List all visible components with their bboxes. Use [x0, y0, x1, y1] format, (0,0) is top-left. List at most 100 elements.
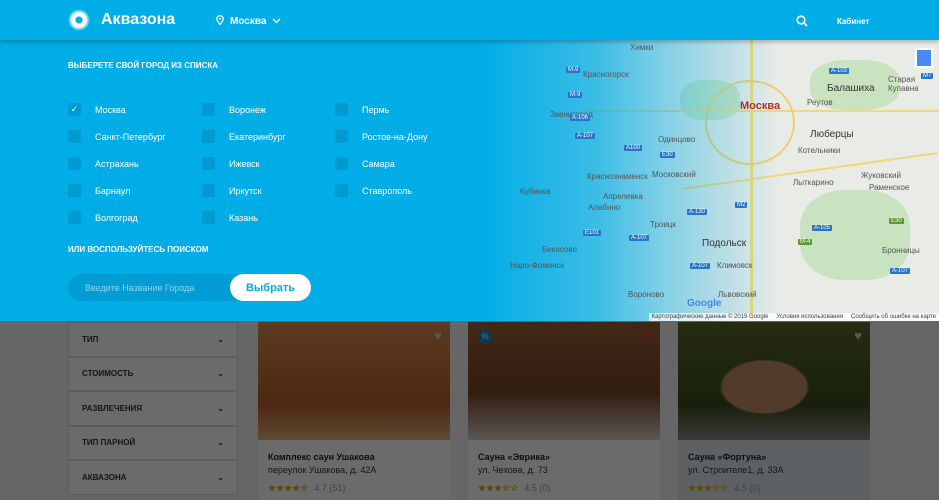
city-name: Астрахань — [95, 158, 139, 169]
chevron-down-icon: ⌄ — [217, 334, 224, 344]
sauna-card[interactable]: ♥ Сауна «Фортуна» ул. Строителе1, д. 33А… — [678, 322, 870, 500]
highway-shield: M-9 — [568, 92, 583, 98]
checkbox[interactable] — [68, 211, 81, 224]
report-error-link[interactable]: Сообщить об ошибке на карте — [851, 314, 936, 320]
city-option[interactable]: Воронеж — [202, 103, 266, 116]
highway-shield: A100 — [624, 145, 643, 151]
brand-name[interactable]: Аквазона — [101, 11, 175, 29]
search-icon[interactable] — [796, 14, 808, 32]
highway-shield: A-105 — [812, 225, 833, 231]
map-label: Вороново — [628, 290, 665, 299]
checkbox[interactable] — [68, 184, 81, 197]
heart-icon[interactable]: ♥ — [434, 328, 442, 343]
map-label: Московский — [652, 170, 696, 179]
city-option[interactable]: Ижевск — [202, 157, 260, 170]
checkbox[interactable] — [202, 157, 215, 170]
checkbox[interactable] — [202, 130, 215, 143]
city-option[interactable]: Екатеринбург — [202, 130, 286, 143]
highway-shield: M-4 — [798, 239, 813, 245]
map-label: Люберцы — [810, 129, 854, 140]
map-label: Химки — [630, 43, 654, 52]
terms-link[interactable]: Условия использования — [776, 314, 843, 320]
card-address: ул. Строителе1, д. 33А — [688, 465, 784, 475]
map[interactable]: Химки Красногорск Москва Балашиха Реутов… — [480, 40, 939, 321]
filter-steam-type[interactable]: ТИП ПАРНОЙ ⌄ — [68, 425, 238, 460]
checkbox-checked-icon[interactable]: ✓ — [68, 103, 81, 116]
chevron-down-icon: ⌄ — [217, 472, 224, 482]
heart-icon[interactable]: ♥ — [854, 328, 862, 343]
city-option[interactable]: Пермь — [335, 103, 389, 116]
checkbox[interactable] — [202, 184, 215, 197]
highway-shield: M2 — [735, 202, 748, 208]
highway-shield: E30 — [660, 152, 675, 158]
checkbox[interactable] — [202, 211, 215, 224]
checkbox[interactable] — [202, 103, 215, 116]
city-name: Казань — [229, 212, 258, 223]
search-heading: ИЛИ ВОСПОЛЬЗУЙТЕСЬ ПОИСКОМ — [68, 245, 209, 254]
filter-label: АКВАЗОНА — [82, 472, 127, 482]
chevron-down-icon: ⌄ — [217, 403, 224, 413]
filter-aquazone[interactable]: АКВАЗОНА ⌄ — [68, 460, 238, 495]
checkbox[interactable] — [335, 184, 348, 197]
current-city: Москва — [230, 16, 267, 27]
city-option[interactable]: Ставрополь — [335, 184, 412, 197]
city-name: Барнаул — [95, 185, 131, 196]
highway-shield: M7 — [921, 73, 934, 79]
star-icons: ★★★☆☆ — [478, 483, 519, 493]
city-name: Санкт-Петербург — [95, 131, 166, 142]
city-option[interactable]: Санкт-Петербург — [68, 130, 166, 143]
city-option[interactable]: Самара — [335, 157, 395, 170]
rating-value: 4.5 (0) — [734, 483, 761, 493]
city-selector[interactable]: Москва — [216, 15, 281, 28]
star-icons: ★★★☆☆ — [688, 483, 729, 493]
checkbox[interactable] — [68, 130, 81, 143]
city-option[interactable]: Волгоград — [68, 211, 138, 224]
sauna-card[interactable]: % ♥ Сауна «Эврика» ул. Чехова, д. 73 ★★★☆… — [468, 322, 660, 500]
checkbox[interactable] — [335, 130, 348, 143]
checkbox[interactable] — [335, 157, 348, 170]
city-picker-panel: Химки Красногорск Москва Балашиха Реутов… — [0, 40, 939, 321]
google-logo: Google — [687, 298, 722, 309]
cabinet-link[interactable]: Кабинет — [837, 17, 869, 26]
select-city-button[interactable]: Выбрать — [230, 274, 311, 301]
discount-badge: % — [478, 330, 492, 344]
filter-price[interactable]: СТОИМОСТЬ ⌄ — [68, 356, 238, 391]
city-option[interactable]: ✓ Москва — [68, 103, 126, 116]
card-rating: ★★★☆☆ 4.5 (0) — [478, 483, 660, 494]
checkbox[interactable] — [335, 103, 348, 116]
map-label: Кубинка — [520, 187, 551, 196]
logo-icon[interactable] — [68, 9, 90, 31]
filters-sidebar: ТИП ⌄ СТОИМОСТЬ ⌄ РАЗВЛЕЧЕНИЯ ⌄ ТИП ПАРНОЙ ⌄… — [68, 322, 238, 495]
filter-type[interactable]: ТИП ⌄ — [68, 322, 238, 357]
checkbox[interactable] — [68, 157, 81, 170]
map-label: Алабино — [588, 203, 621, 212]
city-option[interactable]: Ростов-на-Дону — [335, 130, 428, 143]
map-label: Бекасово — [542, 245, 577, 254]
map-label: Бронницы — [882, 246, 920, 255]
city-option[interactable]: Казань — [202, 211, 258, 224]
city-name: Ставрополь — [362, 185, 412, 196]
highway-shield: A-107 — [629, 235, 650, 241]
map-label: Раменское — [869, 183, 910, 192]
city-option[interactable]: Астрахань — [68, 157, 139, 170]
highway-shield: A-107 — [890, 268, 911, 274]
pegman-icon[interactable] — [915, 48, 933, 68]
filter-label: ТИП ПАРНОЙ — [82, 438, 136, 448]
map-label: Красногорск — [583, 70, 629, 79]
map-attribution: Картографические данные © 2019 Google Ус… — [648, 313, 939, 321]
sauna-card[interactable]: ♥ Комплекс саун Ушакова переулок Ушакова… — [258, 322, 450, 500]
filter-entertainment[interactable]: РАЗВЛЕЧЕНИЯ ⌄ — [68, 391, 238, 426]
map-label: Подольск — [702, 238, 747, 249]
chevron-down-icon: ⌄ — [217, 369, 224, 379]
highway-shield: E30 — [889, 218, 904, 224]
city-option[interactable]: Иркутск — [202, 184, 261, 197]
card-rating: ★★★☆☆ 4.5 (0) — [688, 483, 870, 494]
city-name: Ростов-на-Дону — [362, 131, 428, 142]
map-label: Климовск — [717, 261, 753, 270]
city-name: Иркутск — [229, 185, 262, 196]
card-rating: ★★★★☆ 4.7 (51) — [268, 483, 450, 494]
highway-shield: E101 — [583, 230, 602, 236]
map-label: Реутов — [807, 98, 833, 107]
heart-icon[interactable]: ♥ — [644, 328, 652, 343]
city-option[interactable]: Барнаул — [68, 184, 130, 197]
